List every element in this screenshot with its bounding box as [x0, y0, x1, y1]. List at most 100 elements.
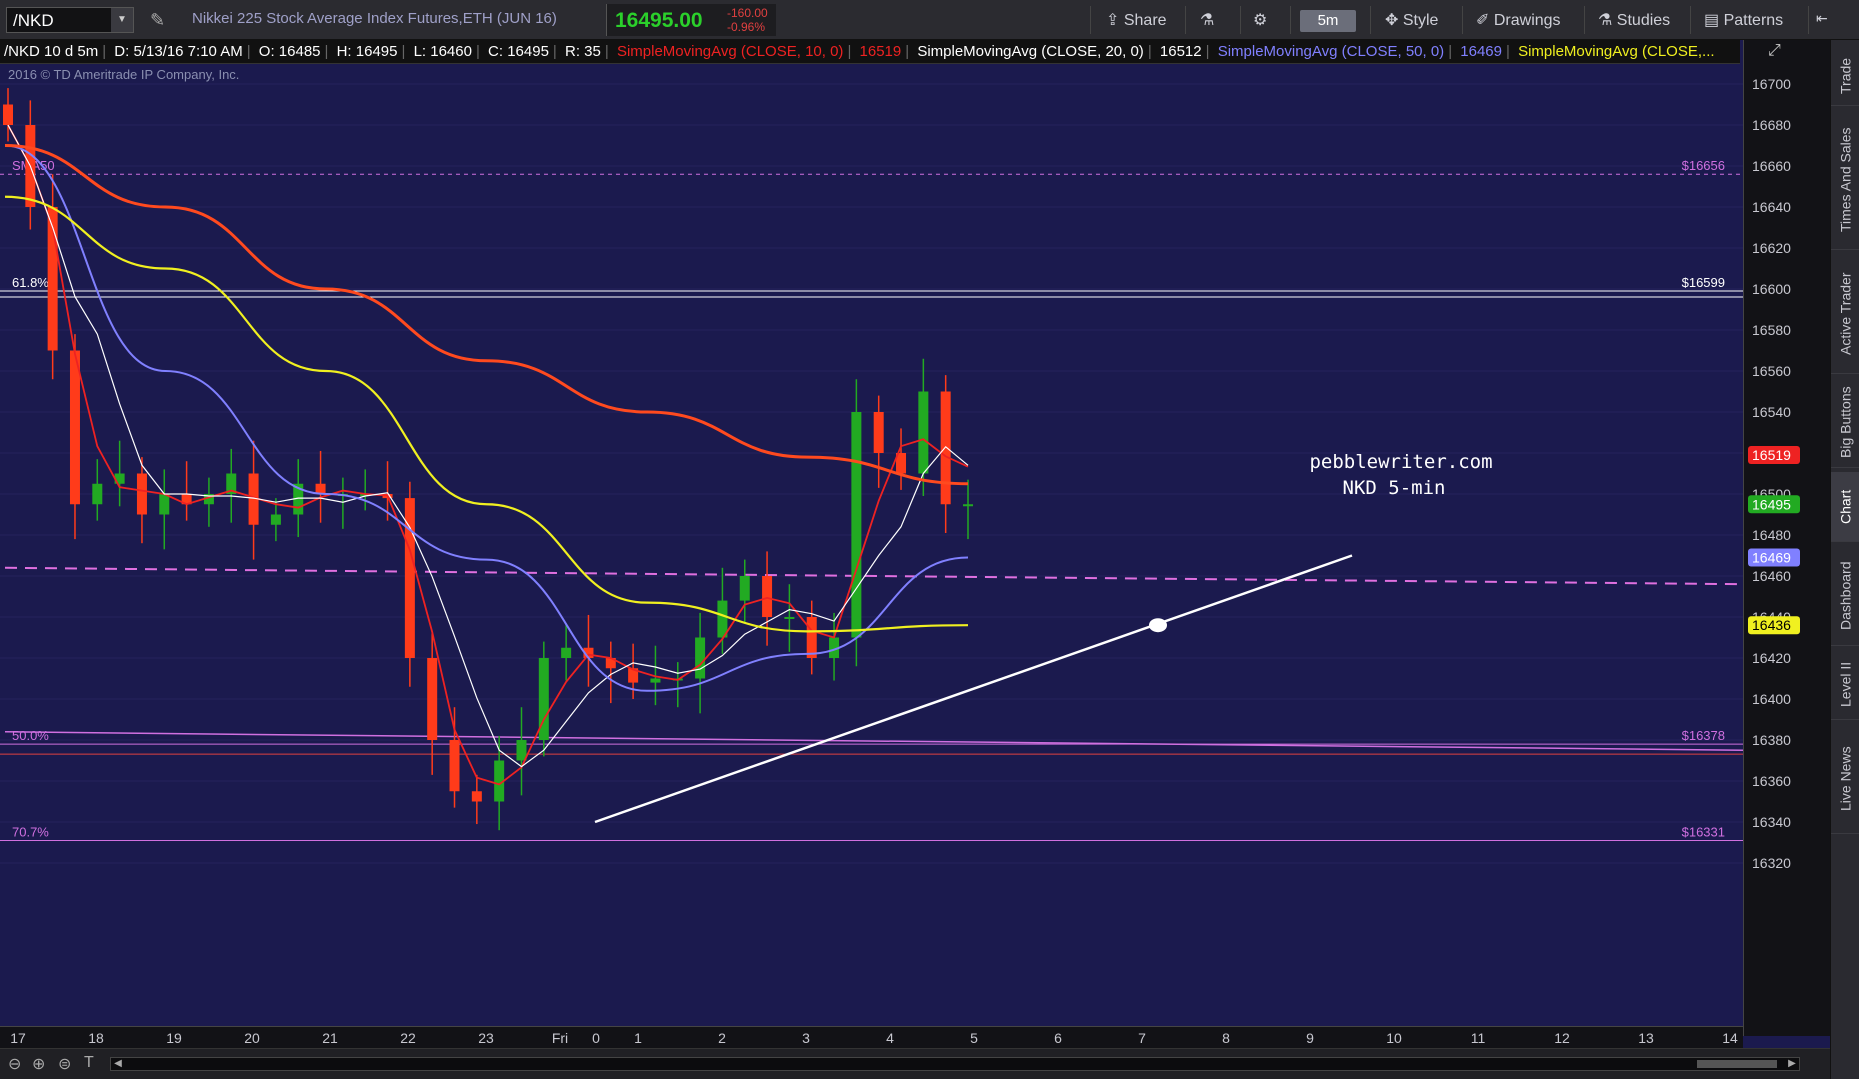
link-icon[interactable]: ✎ — [150, 10, 165, 31]
collapse-panel-icon[interactable]: ⇤ — [1816, 10, 1828, 27]
time-tick-label: 23 — [478, 1030, 494, 1046]
price-scale[interactable]: 1632016340163601638016400164201644016460… — [1743, 64, 1830, 1036]
toolbar-divider — [1462, 6, 1463, 34]
studies-button[interactable]: ⚗ Studies — [1598, 10, 1670, 30]
candle-body — [695, 637, 706, 679]
time-tick-label: 17 — [10, 1030, 26, 1046]
toolbar-divider — [1090, 6, 1091, 34]
time-axis[interactable]: 17 18 19 20 21 22 23 Fri 0 1 2 3 4 5 6 7 8 9 10 11 12 13 14 — [0, 1026, 1743, 1048]
reference-line-price: $16656 — [1682, 158, 1725, 173]
side-tab-times-and-sales[interactable]: Times And Sales — [1831, 110, 1859, 250]
time-tick-label: 6 — [1054, 1030, 1062, 1046]
flask-icon[interactable]: ⚗ — [1200, 10, 1214, 30]
candle-body — [762, 576, 773, 617]
side-tab-active-trader[interactable]: Active Trader — [1831, 254, 1859, 374]
side-tab-chart[interactable]: Chart — [1831, 472, 1859, 542]
candle-body — [69, 350, 80, 505]
scroll-left-icon[interactable]: ◀ — [111, 1058, 125, 1070]
symbol-text: /NKD — [13, 11, 54, 30]
header-sma10-value: 16519 — [859, 43, 902, 60]
price-tick-label: 16660 — [1752, 158, 1791, 174]
candle-body — [427, 658, 438, 740]
side-tab-level-ii[interactable]: Level II — [1831, 650, 1859, 720]
chart-scrollbar[interactable]: ◀ ▶ — [110, 1057, 1800, 1071]
price-badge-label: 16436 — [1752, 617, 1791, 633]
net-change: -160.00 — [727, 6, 768, 20]
price-tick-label: 16620 — [1752, 240, 1791, 256]
share-button[interactable]: ⇪ Share — [1106, 10, 1167, 30]
scroll-right-icon[interactable]: ▶ — [1785, 1058, 1799, 1070]
time-tick-label: 0 — [592, 1030, 600, 1046]
price-tick-label: 16460 — [1752, 568, 1791, 584]
study-header: /NKD 10 d 5m | D: 5/13/16 7:10 AM | O: 164… — [0, 40, 1740, 64]
side-tab-dashboard[interactable]: Dashboard — [1831, 546, 1859, 646]
zoom-fit-icon[interactable]: ⊜ — [58, 1054, 71, 1074]
trendline-handle[interactable] — [1149, 618, 1167, 633]
time-tick-label: 11 — [1471, 1030, 1486, 1046]
zoom-in-icon[interactable]: ⊕ — [32, 1054, 45, 1074]
candle-body — [449, 740, 460, 792]
reference-line-label: 70.7% — [12, 824, 49, 839]
time-tick-label: 4 — [886, 1030, 894, 1046]
header-sma20-value: 16512 — [1159, 43, 1202, 60]
symbol-input[interactable]: /NKD ▼ — [6, 7, 134, 33]
scroll-thumb[interactable] — [1697, 1060, 1777, 1068]
candle-body — [851, 412, 862, 638]
candle-body — [963, 504, 973, 507]
price-tick-label: 16580 — [1752, 322, 1791, 338]
side-panel: Trade Times And Sales Active Trader Big But… — [1830, 40, 1859, 1079]
price-tick-label: 16380 — [1752, 732, 1791, 748]
header-sma10-label[interactable]: SimpleMovingAvg (CLOSE, 10, 0) — [613, 43, 848, 60]
price-chart[interactable]: 61.8%$16599SMA50$1665650.0%$1637870.7%$1… — [0, 64, 1743, 1026]
price-tick-label: 16480 — [1752, 527, 1791, 543]
price-tick-label: 16540 — [1752, 404, 1791, 420]
time-tick-label: 18 — [88, 1030, 104, 1046]
header-sma20-label[interactable]: SimpleMovingAvg (CLOSE, 20, 0) — [913, 43, 1148, 60]
zoom-out-icon[interactable]: ⊖ — [8, 1054, 21, 1074]
instrument-description: Nikkei 225 Stock Average Index Futures,E… — [192, 10, 557, 27]
symbol-dropdown-icon[interactable]: ▼ — [111, 8, 133, 32]
time-tick-label: 3 — [802, 1030, 810, 1046]
share-icon: ⇪ — [1106, 12, 1120, 29]
candle-body — [873, 412, 884, 453]
thinkorswim-chart-window: /NKD ▼ ✎ Nikkei 225 Stock Average Index … — [0, 0, 1859, 1079]
price-badge-label: 16519 — [1752, 447, 1791, 463]
side-tab-big-buttons[interactable]: Big Buttons — [1831, 378, 1859, 468]
autoscale-icon[interactable]: ⤢ — [1768, 42, 1781, 60]
time-tick-label: 13 — [1638, 1030, 1654, 1046]
header-low: L: 16460 — [413, 43, 472, 60]
top-toolbar: /NKD ▼ ✎ Nikkei 225 Stock Average Index … — [0, 0, 1859, 40]
side-tab-live-news[interactable]: Live News — [1831, 724, 1859, 834]
reference-line-price: $16599 — [1682, 275, 1725, 290]
price-tick-label: 16420 — [1752, 650, 1791, 666]
header-sma50-label[interactable]: SimpleMovingAvg (CLOSE, 50, 0) — [1214, 43, 1449, 60]
candle-body — [650, 678, 661, 683]
style-button[interactable]: ✥ Style — [1385, 10, 1438, 30]
header-sma-more-label[interactable]: SimpleMovingAvg (CLOSE,... — [1514, 43, 1718, 60]
reference-line-price: $16378 — [1682, 728, 1725, 743]
time-tick-label: 2 — [718, 1030, 726, 1046]
candle-body — [3, 104, 13, 125]
patterns-button[interactable]: ▤ Patterns — [1704, 10, 1783, 30]
candle-body — [918, 391, 929, 474]
side-tab-trade[interactable]: Trade — [1831, 46, 1859, 106]
toolbar-divider — [1370, 6, 1371, 34]
candle-body — [159, 494, 170, 515]
drawings-button[interactable]: ✐ Drawings — [1476, 10, 1561, 30]
header-open: O: 16485 — [258, 43, 321, 60]
price-tick-label: 16600 — [1752, 281, 1791, 297]
candle-body — [739, 576, 750, 601]
time-tick-label: 19 — [166, 1030, 182, 1046]
pencil-icon: ✐ — [1476, 12, 1490, 29]
toolbar-divider — [1690, 6, 1691, 34]
header-range: R: 35 — [565, 43, 601, 60]
text-tool-icon[interactable]: T — [84, 1054, 94, 1072]
candle-body — [806, 617, 817, 658]
timeframe-selector[interactable]: 5m — [1300, 10, 1356, 32]
price-scale-corner: ⤢ — [1743, 40, 1830, 64]
gear-icon[interactable]: ⚙ — [1253, 10, 1267, 30]
time-tick-label: Fri — [552, 1030, 568, 1046]
annotation-line-1: pebblewriter.com — [1309, 451, 1492, 473]
toolbar-divider — [1240, 6, 1241, 34]
candle-body — [561, 647, 572, 658]
